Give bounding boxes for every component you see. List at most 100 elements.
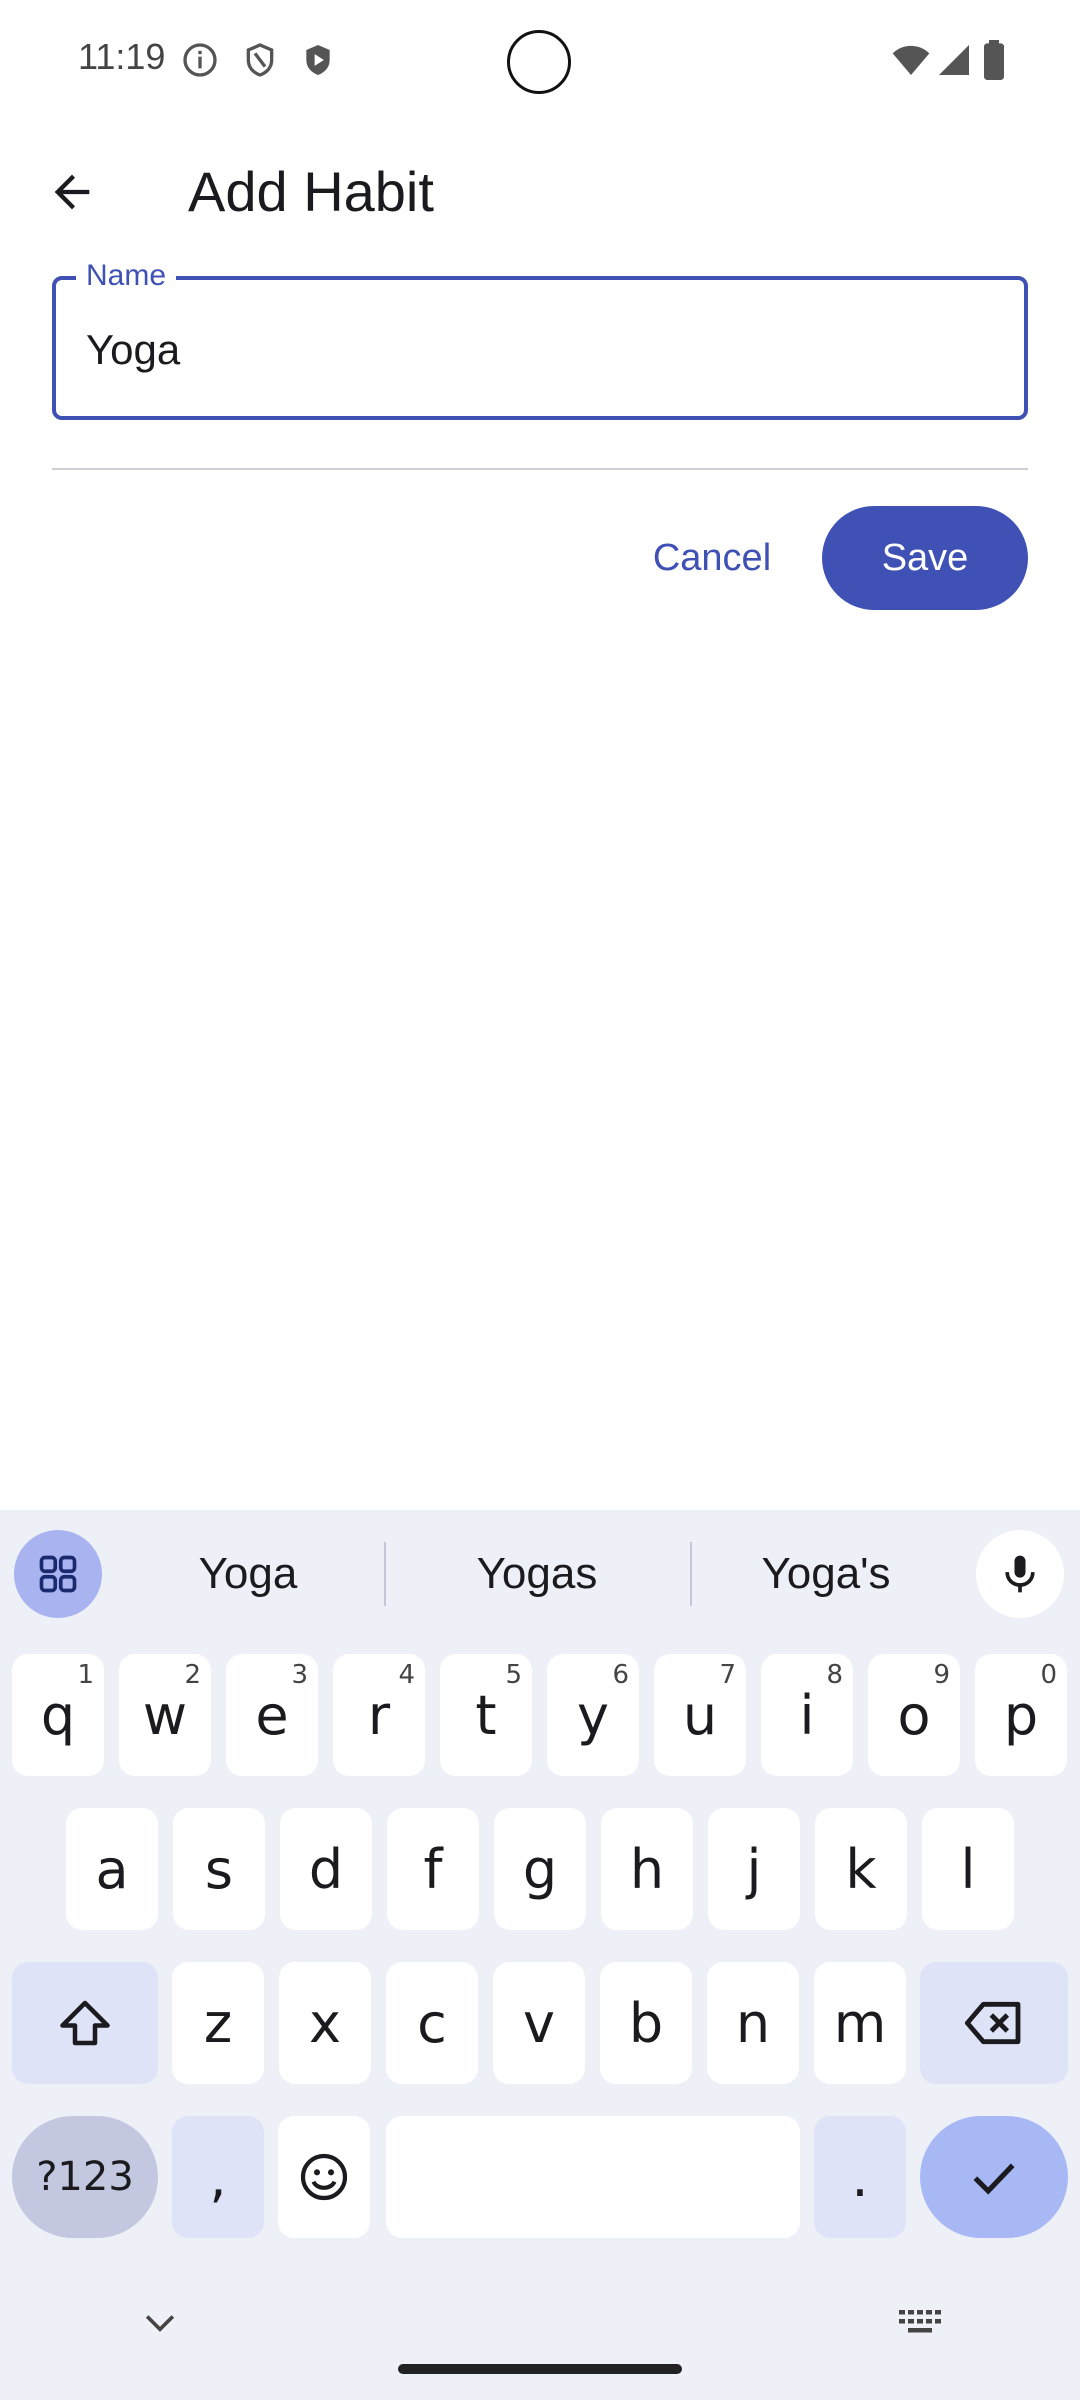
keyboard-switch-icon[interactable] [896,2304,944,2340]
key-b[interactable]: b [600,1962,692,2084]
arrow-back-icon [54,174,90,210]
key-b-label: b [628,1991,664,2055]
key-s-label: s [204,1837,234,1901]
key-t-label: t [475,1683,497,1747]
key-m[interactable]: m [814,1962,906,2084]
key-r-label: r [367,1683,391,1747]
backspace-key[interactable] [920,1962,1068,2084]
app-bar: Add Habit [0,130,1080,250]
cancel-button[interactable]: Cancel [636,506,788,610]
key-o-label: o [897,1683,931,1747]
key-u[interactable]: u7 [654,1654,746,1776]
key-u-label: u [682,1683,718,1747]
voice-input-button[interactable] [976,1530,1064,1618]
info-icon [183,43,217,77]
save-button[interactable]: Save [822,506,1028,610]
key-p-number-hint: 0 [1040,1660,1057,1690]
name-label: Name [76,258,177,294]
key-l-label: l [960,1837,976,1901]
backspace-icon [964,2001,1021,2045]
suggestion-2[interactable]: Yogas [407,1538,667,1610]
key-g-label: g [522,1837,558,1901]
checkmark-icon [973,2163,1015,2195]
key-q[interactable]: q1 [12,1654,104,1776]
key-p[interactable]: p0 [975,1654,1067,1776]
signal-icon [939,45,969,75]
key-k-label: k [845,1837,877,1901]
key-z[interactable]: z [172,1962,264,2084]
name-input[interactable]: Yoga [86,326,180,374]
key-g[interactable]: g [494,1808,586,1930]
period-key[interactable]: . [814,2116,906,2238]
key-v[interactable]: v [493,1962,585,2084]
key-h[interactable]: h [601,1808,693,1930]
key-j-label: j [746,1837,762,1901]
mic-icon [1005,1555,1035,1593]
key-t-number-hint: 5 [505,1660,522,1690]
key-v-label: v [523,1991,555,2055]
shift-key[interactable] [12,1962,158,2084]
key-i-label: i [799,1683,815,1747]
play-shield-icon [306,45,330,75]
key-c-label: c [417,1991,447,2055]
key-y-label: y [577,1683,609,1747]
enter-key[interactable] [920,2116,1068,2238]
key-i[interactable]: i8 [761,1654,853,1776]
key-r-number-hint: 4 [398,1660,415,1690]
page-title: Add Habit [188,160,434,223]
key-n-label: n [735,1991,771,2055]
key-t[interactable]: t5 [440,1654,532,1776]
grid-icon [39,1555,77,1593]
key-q-label: q [40,1683,76,1747]
suggestion-3[interactable]: Yoga's [696,1538,956,1610]
key-f-label: f [423,1837,443,1901]
home-gesture-bar[interactable] [398,2364,682,2374]
key-e-number-hint: 3 [291,1660,308,1690]
suggestion-1[interactable]: Yoga [118,1538,378,1610]
key-l[interactable]: l [922,1808,1014,1930]
status-time: 11:19 [78,36,166,77]
key-r[interactable]: r4 [333,1654,425,1776]
battery-icon [984,40,1004,80]
key-w-number-hint: 2 [184,1660,201,1690]
suggestion-divider [690,1542,692,1606]
key-o-number-hint: 9 [933,1660,950,1690]
key-s[interactable]: s [173,1808,265,1930]
key-i-number-hint: 8 [826,1660,843,1690]
key-h-label: h [629,1837,665,1901]
key-e[interactable]: e3 [226,1654,318,1776]
shift-icon [60,2000,110,2046]
key-d[interactable]: d [280,1808,372,1930]
space-key[interactable] [386,2116,800,2238]
symbols-key[interactable]: ?123 [12,2116,158,2238]
key-a-label: a [95,1837,129,1901]
key-y[interactable]: y6 [547,1654,639,1776]
key-y-number-hint: 6 [612,1660,629,1690]
key-n[interactable]: n [707,1962,799,2084]
soft-keyboard: Yoga Yogas Yoga's q1w2e3r4t5y6u7i8o9p0 a… [0,1510,1080,2400]
comma-key[interactable]: , [172,2116,264,2238]
key-x-label: x [309,1991,341,2055]
key-f[interactable]: f [387,1808,479,1930]
key-m-label: m [833,1991,887,2055]
chevron-down-icon[interactable] [138,2300,182,2344]
keyboard-menu-button[interactable] [14,1530,102,1618]
key-c[interactable]: c [386,1962,478,2084]
habit-name-field[interactable]: Name Yoga [52,258,1028,420]
key-k[interactable]: k [815,1808,907,1930]
key-q-number-hint: 1 [77,1660,94,1690]
key-w[interactable]: w2 [119,1654,211,1776]
key-j[interactable]: j [708,1808,800,1930]
emoji-icon [300,2153,348,2201]
key-a[interactable]: a [66,1808,158,1930]
status-bar: 11:19 [0,0,1080,120]
key-o[interactable]: o9 [868,1654,960,1776]
camera-cutout [507,30,571,94]
key-x[interactable]: x [279,1962,371,2084]
key-e-label: e [255,1683,289,1747]
key-d-label: d [308,1837,344,1901]
back-button[interactable] [36,156,108,228]
emoji-key[interactable] [278,2116,370,2238]
suggestion-divider [384,1542,386,1606]
navigation-bar [0,2280,1080,2400]
